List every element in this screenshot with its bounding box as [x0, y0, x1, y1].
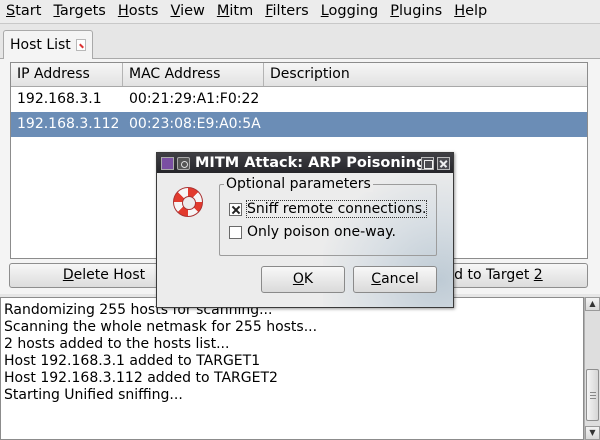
sniff-remote-checkbox[interactable]	[229, 202, 242, 216]
lifebuoy-icon	[173, 187, 203, 217]
log-line: Host 192.168.3.1 added to TARGET1	[4, 353, 261, 369]
log-scrollbar[interactable]: ▲ ▼	[584, 297, 600, 440]
ok-button[interactable]: OK	[261, 266, 345, 293]
cancel-button[interactable]: Cancel	[353, 266, 437, 293]
table-row-selected[interactable]: 192.168.3.112 00:23:08:E9:A0:5A	[11, 112, 587, 137]
close-tab-icon[interactable]	[75, 39, 86, 51]
table-header: IP Address MAC Address Description	[11, 63, 587, 87]
cell-mac: 00:23:08:E9:A0:5A	[129, 116, 261, 132]
log-output[interactable]: Randomizing 255 hosts for scanning... Sc…	[0, 297, 584, 440]
log-line: Scanning the whole netmask for 255 hosts…	[4, 319, 318, 335]
menu-targets[interactable]: Targets	[47, 0, 111, 24]
cell-description	[264, 87, 587, 112]
dialog-titlebar[interactable]: MITM Attack: ARP Poisoning	[157, 153, 453, 173]
log-line: Host 192.168.3.112 added to TARGET2	[4, 370, 278, 386]
menu-logging[interactable]: Logging	[315, 0, 385, 24]
column-header-ip[interactable]: IP Address	[11, 63, 123, 86]
notebook-tabs: Host List	[0, 25, 600, 59]
menu-hosts[interactable]: Hosts	[112, 0, 165, 24]
cell-mac: 00:21:29:A1:F0:22	[129, 91, 260, 107]
close-icon[interactable]	[437, 156, 450, 170]
tab-label: Host List	[10, 37, 71, 53]
menu-bar: Start Targets Hosts View Mitm Filters Lo…	[0, 0, 600, 24]
scrollbar-thumb[interactable]	[586, 369, 599, 421]
menu-plugins[interactable]: Plugins	[384, 0, 448, 24]
mitm-dialog: MITM Attack: ARP Poisoning Optional para…	[156, 152, 454, 308]
column-header-description[interactable]: Description	[264, 63, 587, 86]
tab-host-list[interactable]: Host List	[3, 30, 93, 59]
scroll-down-icon[interactable]: ▼	[585, 426, 600, 440]
cell-description	[264, 112, 587, 137]
sniff-remote-label: Sniff remote connections.	[245, 200, 428, 218]
dialog-body: Optional parameters Sniff remote connect…	[157, 173, 453, 307]
menu-view[interactable]: View	[164, 0, 210, 24]
table-row[interactable]: 192.168.3.1 00:21:29:A1:F0:22	[11, 87, 587, 112]
one-way-label: Only poison one-way.	[247, 224, 396, 240]
cell-ip: 192.168.3.112	[17, 116, 120, 132]
group-label: Optional parameters	[224, 176, 373, 192]
one-way-checkbox-row[interactable]: Only poison one-way.	[229, 224, 396, 240]
sniff-remote-checkbox-row[interactable]: Sniff remote connections.	[229, 200, 428, 218]
sticky-icon[interactable]	[177, 156, 190, 170]
window-menu-icon[interactable]	[161, 156, 174, 170]
menu-mitm[interactable]: Mitm	[211, 0, 259, 24]
log-line: Starting Unified sniffing...	[4, 387, 183, 403]
maximize-icon[interactable]	[421, 156, 434, 170]
menu-start[interactable]: Start	[0, 0, 47, 24]
log-line: 2 hosts added to the hosts list...	[4, 336, 230, 352]
menu-help[interactable]: Help	[448, 0, 493, 24]
menu-filters[interactable]: Filters	[259, 0, 314, 24]
dialog-title: MITM Attack: ARP Poisoning	[195, 155, 421, 171]
scroll-up-icon[interactable]: ▲	[585, 297, 600, 311]
optional-parameters-group: Optional parameters Sniff remote connect…	[219, 176, 437, 256]
column-header-mac[interactable]: MAC Address	[123, 63, 264, 86]
cell-ip: 192.168.3.1	[17, 91, 102, 107]
one-way-checkbox[interactable]	[229, 225, 242, 239]
